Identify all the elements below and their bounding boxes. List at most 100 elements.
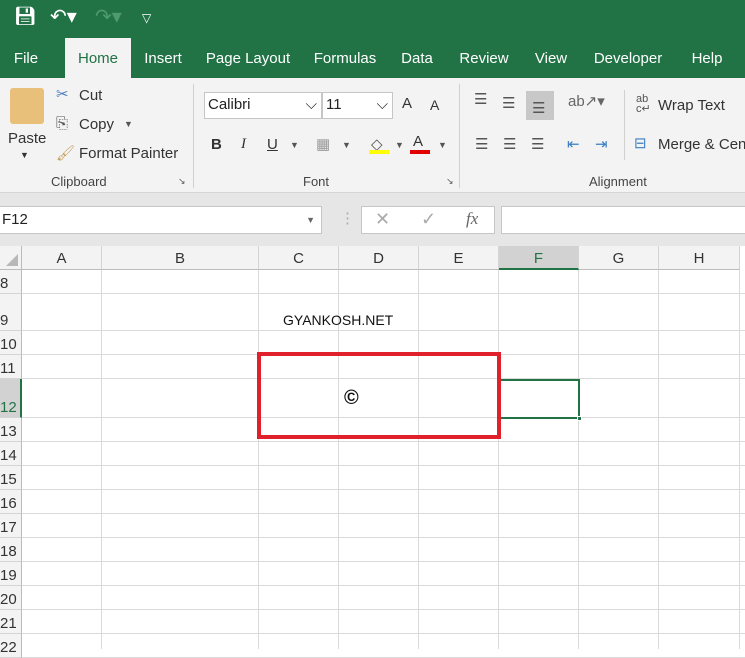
- save-icon[interactable]: 💾︎: [14, 6, 37, 27]
- column-header-B[interactable]: B: [102, 246, 259, 270]
- bottom-align-button[interactable]: ☰: [526, 91, 554, 120]
- align-right-icon[interactable]: ☰: [531, 135, 544, 153]
- gridline: [22, 537, 745, 538]
- increase-indent-icon[interactable]: ⇥: [595, 135, 608, 153]
- column-header-A[interactable]: A: [22, 246, 102, 270]
- ribbon-tabs: File Home Insert Page Layout Formulas Da…: [0, 38, 745, 78]
- clipboard-launcher-icon[interactable]: ↘: [178, 176, 186, 187]
- borders-icon[interactable]: ▦: [316, 135, 330, 153]
- column-header-F[interactable]: F: [499, 246, 579, 270]
- copy-icon: ⎘: [56, 115, 69, 132]
- name-box-value: F12: [2, 211, 28, 228]
- borders-dropdown-icon[interactable]: ▼: [342, 140, 351, 150]
- column-header-E[interactable]: E: [419, 246, 499, 270]
- tab-home[interactable]: Home: [65, 38, 131, 78]
- bottom-align-icon: ☰: [532, 100, 546, 117]
- row-header-18[interactable]: 18: [0, 538, 22, 562]
- tab-page-layout[interactable]: Page Layout: [200, 38, 296, 78]
- fill-color-button[interactable]: ◇: [369, 135, 389, 155]
- decrease-font-button[interactable]: A: [430, 97, 439, 113]
- redo-icon: ↷▾: [95, 6, 122, 28]
- row-header-16[interactable]: 16: [0, 490, 22, 514]
- row-header-11[interactable]: 11: [0, 355, 22, 379]
- orientation-icon[interactable]: ab↗▾: [568, 92, 605, 110]
- top-align-icon[interactable]: ☰: [474, 90, 487, 108]
- tab-formulas[interactable]: Formulas: [309, 38, 381, 78]
- fill-handle[interactable]: [577, 416, 582, 421]
- merge-center-button[interactable]: Merge & Cen: [658, 136, 745, 153]
- font-color-button[interactable]: A: [410, 133, 430, 155]
- align-center-icon[interactable]: ☰: [503, 135, 516, 153]
- gridline: [22, 293, 745, 294]
- title-bar: 💾︎ ↶▾ ↷▾ ▽: [0, 0, 745, 38]
- customize-icon[interactable]: ▽: [142, 11, 151, 25]
- row-header-9[interactable]: 9: [0, 294, 22, 331]
- font-name-select[interactable]: Calibri ⌵: [204, 92, 322, 119]
- tab-file[interactable]: File: [0, 38, 52, 78]
- copy-button[interactable]: Copy: [79, 116, 114, 133]
- column-header-D[interactable]: D: [339, 246, 419, 270]
- row-header-10[interactable]: 10: [0, 331, 22, 355]
- bold-button[interactable]: B: [211, 136, 222, 153]
- formula-bar-area: F12 ▼ ⋮ ✕ ✓ fx: [0, 193, 745, 246]
- tab-insert[interactable]: Insert: [138, 38, 188, 78]
- row-header-21[interactable]: 21: [0, 610, 22, 634]
- increase-font-button[interactable]: A: [402, 95, 412, 112]
- row-header-19[interactable]: 19: [0, 562, 22, 586]
- font-color-dropdown-icon[interactable]: ▼: [438, 140, 447, 150]
- column-header-H[interactable]: H: [659, 246, 740, 270]
- copy-dropdown-icon[interactable]: ▼: [124, 119, 133, 129]
- tab-developer[interactable]: Developer: [590, 38, 666, 78]
- tab-review[interactable]: Review: [456, 38, 512, 78]
- paste-dropdown-icon[interactable]: ▼: [20, 150, 29, 160]
- cell-C9[interactable]: GYANKOSH.NET: [283, 312, 393, 328]
- column-header-C[interactable]: C: [259, 246, 339, 270]
- format-painter-icon: 🖌︎: [56, 145, 76, 162]
- row-header-12[interactable]: 12: [0, 379, 22, 418]
- tab-help[interactable]: Help: [686, 38, 728, 78]
- name-box[interactable]: F12 ▼: [0, 206, 322, 234]
- select-all-button[interactable]: [0, 246, 22, 270]
- decrease-indent-icon[interactable]: ⇤: [567, 135, 580, 153]
- column-header-G[interactable]: G: [579, 246, 659, 270]
- cancel-icon[interactable]: ✕: [375, 207, 390, 231]
- gridline: [22, 330, 745, 331]
- chevron-down-icon: ⌵: [376, 96, 388, 113]
- enter-icon[interactable]: ✓: [421, 207, 436, 231]
- row-header-14[interactable]: 14: [0, 442, 22, 466]
- wrap-text-button[interactable]: Wrap Text: [658, 97, 725, 114]
- highlight-box: [257, 352, 501, 439]
- row-header-22[interactable]: 22: [0, 634, 22, 658]
- middle-align-icon[interactable]: ☰: [502, 94, 515, 112]
- font-name-value: Calibri: [208, 96, 251, 113]
- fill-dropdown-icon[interactable]: ▼: [395, 140, 404, 150]
- row-header-17[interactable]: 17: [0, 514, 22, 538]
- gridline: [22, 489, 745, 490]
- row-header-15[interactable]: 15: [0, 466, 22, 490]
- paste-icon[interactable]: [10, 88, 44, 124]
- paste-button[interactable]: Paste: [8, 130, 46, 147]
- gridline: [22, 633, 745, 634]
- align-left-icon[interactable]: ☰: [475, 135, 488, 153]
- font-launcher-icon[interactable]: ↘: [446, 176, 454, 187]
- italic-button[interactable]: I: [241, 136, 246, 153]
- row-header-20[interactable]: 20: [0, 586, 22, 610]
- gridline: [418, 270, 419, 649]
- tab-view[interactable]: View: [530, 38, 572, 78]
- font-size-select[interactable]: 11 ⌵: [322, 92, 393, 119]
- spreadsheet-grid[interactable]: ABCDEFGH 8 9 10 11 12 13 14 15 16 17 18 19 20 21 22 GY…: [0, 246, 745, 658]
- insert-function-icon[interactable]: fx: [466, 207, 478, 231]
- tab-data[interactable]: Data: [396, 38, 438, 78]
- formula-input[interactable]: [501, 206, 745, 234]
- row-header-13[interactable]: 13: [0, 418, 22, 442]
- underline-dropdown-icon[interactable]: ▼: [290, 140, 299, 150]
- cut-button[interactable]: Cut: [79, 87, 102, 104]
- row-header-8[interactable]: 8: [0, 270, 22, 294]
- format-painter-button[interactable]: Format Painter: [79, 145, 178, 162]
- underline-button[interactable]: U: [267, 136, 278, 153]
- drag-handle-icon[interactable]: ⋮: [340, 209, 355, 227]
- font-size-value: 11: [326, 96, 342, 113]
- undo-icon[interactable]: ↶▾: [50, 4, 77, 29]
- selected-cell-F12[interactable]: [499, 379, 582, 421]
- gridline: [739, 270, 740, 649]
